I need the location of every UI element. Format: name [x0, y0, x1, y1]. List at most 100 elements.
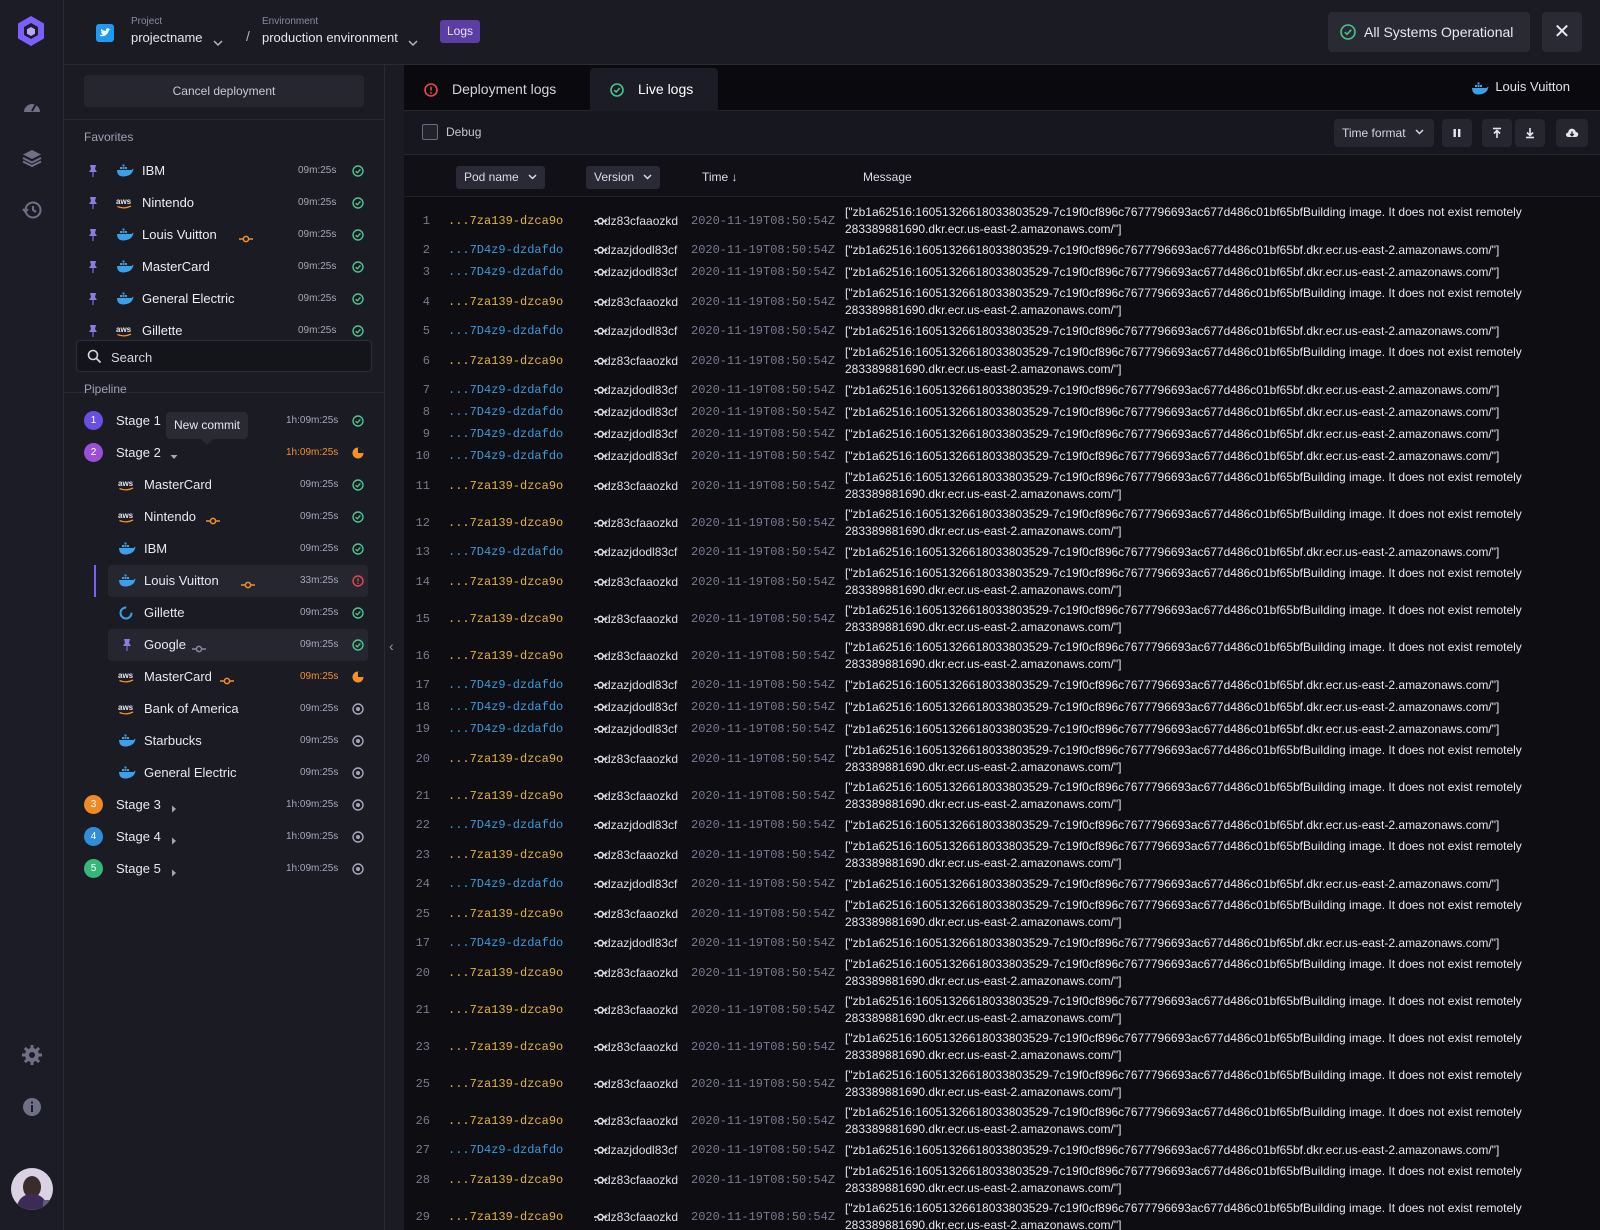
scroll-top-button[interactable] [1482, 119, 1512, 147]
duration: 1h:09m:25s [286, 415, 339, 426]
log-row[interactable]: 11 ...7za139-dzca9o ...dz83cfaaozkd 2020-11… [404, 468, 1600, 505]
pin-icon[interactable] [118, 638, 136, 652]
stage-job-item[interactable]: aws MasterCard 09m:25s [108, 661, 368, 693]
pipeline-stage[interactable]: 2 Stage 2 1h:09m:25s [64, 437, 384, 469]
info-icon[interactable] [21, 1096, 43, 1118]
log-message: ["zb1a62516:160513266180338035​29-7c19f0… [845, 566, 1522, 597]
pin-icon[interactable] [88, 292, 98, 306]
stage-job-item[interactable]: General Electric 09m:25s [108, 757, 368, 789]
time-sort-header[interactable]: Time ↓ [702, 170, 738, 184]
stage-job-item[interactable]: aws Nintendo 09m:25s [108, 501, 368, 533]
log-row[interactable]: 10 ...7D4z9-dzdafdo ...dzazjdodl83cf 2020-1… [404, 446, 1600, 468]
stage-job-item[interactable]: aws Bank of America 09m:25s [108, 693, 368, 725]
log-row[interactable]: 2 ...7D4z9-dzdafdo ...dzazjdodl83cf 2020-11… [404, 240, 1600, 262]
history-icon[interactable] [21, 199, 43, 221]
collapse-sidebar-icon[interactable]: ‹ [389, 638, 394, 654]
log-row[interactable]: 27 ...7D4z9-dzdafdo ...dzazjdodl83cf 2020-1… [404, 1140, 1600, 1162]
pin-icon[interactable] [88, 228, 98, 242]
log-row[interactable]: 7 ...7D4z9-dzdafdo ...dzazjdodl83cf 2020-11… [404, 380, 1600, 402]
debug-checkbox[interactable] [422, 124, 438, 140]
close-button[interactable]: ✕ [1542, 12, 1582, 52]
favorite-item[interactable]: Louis Vuitton 09m:25s [64, 219, 384, 251]
dashboard-icon[interactable] [21, 96, 43, 118]
log-row[interactable]: 20 ...7za139-dzca9o ...dz83cfaaozkd 2020-11… [404, 741, 1600, 778]
stage-job-item[interactable]: IBM 09m:25s [108, 533, 368, 565]
caret-right-icon[interactable] [170, 865, 178, 877]
log-row[interactable]: 24 ...7D4z9-dzdafdo ...dzazjdodl83cf 2020-1… [404, 874, 1600, 896]
stage-job-item[interactable]: Starbucks 09m:25s [108, 725, 368, 757]
app-selector[interactable]: Louis Vuitton [1472, 79, 1570, 95]
caret-down-icon[interactable] [170, 449, 178, 459]
system-status-button[interactable]: All Systems Operational [1328, 12, 1530, 52]
settings-icon[interactable] [21, 1044, 43, 1066]
project-selector[interactable]: Project projectname [131, 16, 223, 47]
log-row[interactable]: 23 ...7za139-dzca9o ...dz83cfaaozkd 2020-11… [404, 1029, 1600, 1066]
docker-icon [118, 734, 136, 748]
user-avatar[interactable] [11, 1168, 53, 1210]
sidebar-splitter[interactable]: ‹ [384, 65, 404, 1230]
log-row[interactable]: 23 ...7za139-dzca9o ...dz83cfaaozkd 2020-11… [404, 837, 1600, 874]
log-row[interactable]: 16 ...7za139-dzca9o ...dz83cfaaozkd 2020-11… [404, 638, 1600, 675]
favorite-item[interactable]: IBM 09m:25s [64, 155, 384, 187]
log-row[interactable]: 18 ...7D4z9-dzdafdo ...dzazjdodl83cf 2020-1… [404, 697, 1600, 719]
pipeline-stage[interactable]: 3 Stage 3 1h:09m:25s [64, 789, 384, 821]
stage-job-item[interactable]: Gillette 09m:25s [108, 597, 368, 629]
log-row[interactable]: 17 ...7D4z9-dzdafdo ...dzazjdodl83cf 2020-1… [404, 933, 1600, 955]
favorite-item[interactable]: aws Nintendo 09m:25s [64, 187, 384, 219]
log-row[interactable]: 26 ...7za139-dzca9o ...dz83cfaaozkd 2020-11… [404, 1103, 1600, 1140]
caret-right-icon[interactable] [170, 801, 178, 813]
pod-name-filter[interactable]: Pod name [456, 166, 545, 189]
scroll-bottom-button[interactable] [1515, 119, 1545, 147]
log-row[interactable]: 1 ...7za139-dzca9o ...dz83cfaaozkd 2020-11-… [404, 203, 1600, 240]
log-row[interactable]: 3 ...7D4z9-dzdafdo ...dzazjdodl83cf 2020-11… [404, 262, 1600, 284]
log-row[interactable]: 17 ...7D4z9-dzdafdo ...dzazjdodl83cf 2020-1… [404, 675, 1600, 697]
log-row[interactable]: 21 ...7za139-dzca9o ...dz83cfaaozkd 2020-11… [404, 992, 1600, 1029]
timestamp: 2020-11-19T08:50:54Z [691, 649, 836, 663]
environment-selector[interactable]: Environment production environment [262, 16, 418, 47]
log-row[interactable]: 28 ...7za139-dzca9o ...dz83cfaaozkd 2020-11… [404, 1162, 1600, 1199]
chevron-down-icon [643, 174, 652, 180]
pause-button[interactable] [1442, 119, 1472, 147]
app-logo[interactable] [14, 14, 48, 48]
duration: 09m:25s [300, 479, 339, 490]
log-row[interactable]: 5 ...7D4z9-dzdafdo ...dzazjdodl83cf 2020-11… [404, 321, 1600, 343]
log-row[interactable]: 21 ...7za139-dzca9o ...dz83cfaaozkd 2020-11… [404, 778, 1600, 815]
log-row[interactable]: 25 ...7za139-dzca9o ...dz83cfaaozkd 2020-11… [404, 896, 1600, 933]
favorite-item[interactable]: General Electric 09m:25s [64, 283, 384, 315]
tab-deployment-logs[interactable]: Deployment logs [404, 68, 588, 111]
favorite-item[interactable]: MasterCard 09m:25s [64, 251, 384, 283]
twitter-icon [96, 24, 114, 42]
log-row[interactable]: 29 ...7za139-dzca9o ...dz83cfaaozkd 2020-11… [404, 1199, 1600, 1230]
log-row[interactable]: 9 ...7D4z9-dzdafdo ...dzazjdodl83cf 2020-11… [404, 424, 1600, 446]
pin-icon[interactable] [88, 260, 98, 274]
caret-right-icon[interactable] [170, 833, 178, 845]
search-input[interactable] [111, 347, 361, 367]
pipeline-stage[interactable]: 5 Stage 5 1h:09m:25s [64, 853, 384, 885]
log-row[interactable]: 13 ...7D4z9-dzdafdo ...dzazjdodl83cf 2020-1… [404, 542, 1600, 564]
version-text: ...dz83cfaaozkd [594, 1077, 679, 1091]
layers-icon[interactable] [21, 147, 43, 169]
tab-live-logs[interactable]: Live logs [590, 68, 718, 111]
log-row[interactable]: 22 ...7D4z9-dzdafdo ...dzazjdodl83cf 2020-1… [404, 815, 1600, 837]
pin-icon[interactable] [88, 324, 98, 338]
log-row[interactable]: 4 ...7za139-dzca9o ...dz83cfaaozkd 2020-11-… [404, 284, 1600, 321]
search-box[interactable] [76, 340, 372, 372]
pipeline-stage[interactable]: 4 Stage 4 1h:09m:25s [64, 821, 384, 853]
log-row[interactable]: 12 ...7za139-dzca9o ...dz83cfaaozkd 2020-11… [404, 505, 1600, 542]
stage-job-item[interactable]: Google 09m:25s [108, 629, 368, 661]
log-row[interactable]: 25 ...7za139-dzca9o ...dz83cfaaozkd 2020-11… [404, 1066, 1600, 1103]
pin-icon[interactable] [88, 196, 98, 210]
version-filter[interactable]: Version [586, 166, 661, 189]
time-format-dropdown[interactable]: Time format [1334, 119, 1434, 147]
log-row[interactable]: 19 ...7D4z9-dzdafdo ...dzazjdodl83cf 2020-1… [404, 719, 1600, 741]
log-row[interactable]: 8 ...7D4z9-dzdafdo ...dzazjdodl83cf 2020-11… [404, 402, 1600, 424]
stage-job-item[interactable]: Louis Vuitton 33m:25s [94, 565, 368, 597]
log-row[interactable]: 6 ...7za139-dzca9o ...dz83cfaaozkd 2020-11-… [404, 343, 1600, 380]
pin-icon[interactable] [88, 164, 98, 178]
cancel-deployment-button[interactable]: Cancel deployment [84, 75, 364, 107]
log-row[interactable]: 14 ...7za139-dzca9o ...dz83cfaaozkd 2020-11… [404, 564, 1600, 601]
log-row[interactable]: 20 ...7za139-dzca9o ...dz83cfaaozkd 2020-11… [404, 955, 1600, 992]
log-row[interactable]: 15 ...7za139-dzca9o ...dz83cfaaozkd 2020-11… [404, 601, 1600, 638]
stage-job-item[interactable]: aws MasterCard 09m:25s [108, 469, 368, 501]
cloud-download-button[interactable] [1556, 119, 1588, 147]
